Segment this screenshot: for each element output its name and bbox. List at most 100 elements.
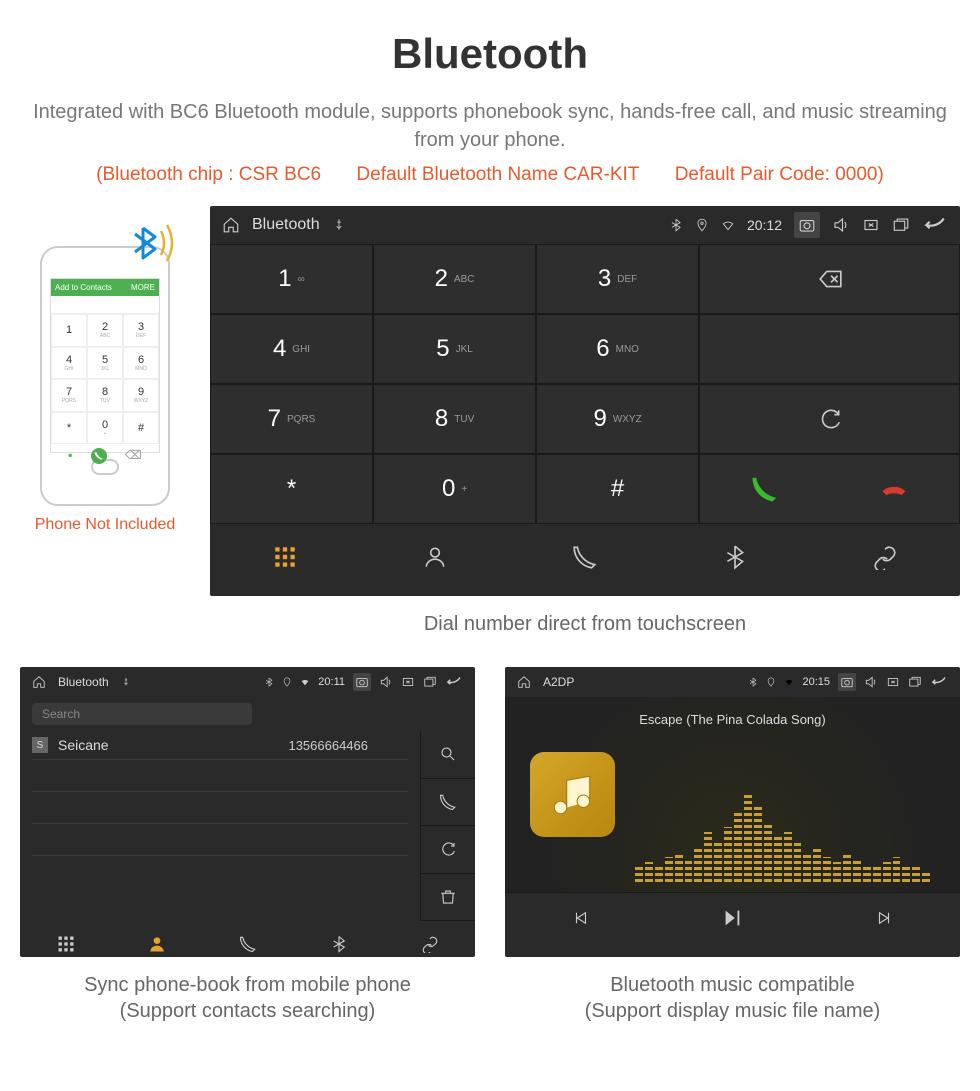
prev-button[interactable] xyxy=(505,892,657,942)
screenshot-icon[interactable] xyxy=(840,675,854,689)
home-icon[interactable] xyxy=(222,216,240,234)
home-icon[interactable] xyxy=(32,675,46,689)
page-title: Bluetooth xyxy=(20,30,960,78)
phone-key: 1 xyxy=(51,314,87,347)
tab-keypad[interactable] xyxy=(20,921,111,966)
bluetooth-icon xyxy=(722,544,748,570)
side-search-button[interactable] xyxy=(420,731,475,779)
home-icon[interactable] xyxy=(517,675,531,689)
dialer-key-1[interactable]: 1∞ xyxy=(210,244,373,314)
screenshot-icon[interactable] xyxy=(798,216,816,234)
caption-line1: Sync phone-book from mobile phone xyxy=(84,974,411,996)
phone-header-right: MORE xyxy=(131,283,155,292)
next-button[interactable] xyxy=(808,892,960,942)
dialer-key-4[interactable]: 4GHI xyxy=(210,314,373,384)
key-number: 8 xyxy=(435,405,448,433)
key-letters: ∞ xyxy=(298,274,305,285)
a2dp-caption: Bluetooth music compatible (Support disp… xyxy=(505,972,960,1024)
person-icon xyxy=(147,934,167,954)
contact-number: 13566664466 xyxy=(288,738,368,753)
status-bar: A2DP 20:15 xyxy=(505,667,960,697)
dialer-key-8[interactable]: 8TUV xyxy=(373,384,536,454)
search-input[interactable]: Search xyxy=(32,703,252,725)
tab-contacts[interactable] xyxy=(360,524,510,589)
phone-key: 5JKL xyxy=(87,347,123,380)
close-app-icon[interactable] xyxy=(401,675,415,689)
side-sync-button[interactable] xyxy=(420,826,475,874)
headunit-a2dp: A2DP 20:15 Escape (The xyxy=(505,667,960,957)
phone-caption: Phone Not Included xyxy=(20,516,190,534)
play-pause-icon xyxy=(721,907,743,929)
play-pause-button[interactable] xyxy=(657,892,809,942)
key-number: 6 xyxy=(596,335,609,363)
search-icon xyxy=(439,745,457,763)
dialer-key-7[interactable]: 7PQRS xyxy=(210,384,373,454)
side-call-button[interactable] xyxy=(420,779,475,827)
tab-bluetooth[interactable] xyxy=(293,921,384,966)
dialer-key-2[interactable]: 2ABC xyxy=(373,244,536,314)
wifi-icon xyxy=(721,218,735,232)
viz-bar xyxy=(902,864,910,882)
phone-key: 0+ xyxy=(87,412,123,445)
tab-pair[interactable] xyxy=(384,921,475,966)
back-icon[interactable] xyxy=(922,212,948,238)
bluetooth-icon xyxy=(748,677,758,687)
dialer-key-0[interactable]: 0+ xyxy=(373,454,536,524)
dialer-key-*[interactable]: * xyxy=(210,454,373,524)
trash-icon xyxy=(439,888,457,906)
viz-bar xyxy=(843,854,851,882)
backspace-button[interactable] xyxy=(699,244,960,314)
tab-keypad[interactable] xyxy=(210,524,360,589)
close-app-icon[interactable] xyxy=(862,216,880,234)
side-actions xyxy=(420,731,475,921)
call-button[interactable] xyxy=(700,474,829,504)
phone-key: # xyxy=(123,412,159,445)
bluetooth-icon xyxy=(330,935,348,953)
dialer-key-9[interactable]: 9WXYZ xyxy=(536,384,699,454)
recent-apps-icon[interactable] xyxy=(892,216,910,234)
gps-icon xyxy=(695,218,709,232)
viz-bar xyxy=(704,832,712,882)
dialer-key-6[interactable]: 6 MNO xyxy=(536,314,699,384)
recent-apps-icon[interactable] xyxy=(423,675,437,689)
key-letters: GHI xyxy=(292,344,310,355)
volume-icon[interactable] xyxy=(832,216,850,234)
tab-bluetooth[interactable] xyxy=(660,524,810,589)
back-icon[interactable] xyxy=(445,673,463,691)
viz-bar xyxy=(744,792,752,882)
wifi-icon xyxy=(784,677,794,687)
screenshot-icon[interactable] xyxy=(355,675,369,689)
dialer-keypad: 1∞2ABC3DEF4GHI5JKL6MNO7PQRS8TUV9WXYZ*0+# xyxy=(210,244,960,524)
recent-apps-icon[interactable] xyxy=(908,675,922,689)
key-number: 1 xyxy=(278,265,291,293)
tab-call-log[interactable] xyxy=(510,524,660,589)
dialer-side-empty xyxy=(699,314,960,384)
phone-key: 2ABC xyxy=(87,314,123,347)
key-letters: DEF xyxy=(617,274,637,285)
dialer-caption: Dial number direct from touchscreen xyxy=(210,611,960,637)
key-letters: MNO xyxy=(616,344,639,355)
link-icon xyxy=(421,935,439,953)
tab-contacts[interactable] xyxy=(111,921,202,966)
close-app-icon[interactable] xyxy=(886,675,900,689)
back-icon[interactable] xyxy=(930,673,948,691)
hangup-button[interactable] xyxy=(830,474,959,504)
side-delete-button[interactable] xyxy=(420,874,475,922)
phone-key: 3DEF xyxy=(123,314,159,347)
a2dp-body: Escape (The Pina Colada Song) xyxy=(505,697,960,892)
phone-mock-keypad: 12ABC3DEF4GHI5JKL6MNO7PQRS8TUV9WXYZ*0+# xyxy=(51,314,159,444)
phone-key: * xyxy=(51,412,87,445)
sync-button[interactable] xyxy=(699,384,960,454)
dialer-key-#[interactable]: # xyxy=(536,454,699,524)
bluetooth-icon xyxy=(669,218,683,232)
contact-row[interactable]: S Seicane 13566664466 xyxy=(32,731,408,760)
dialer-key-5[interactable]: 5JKL xyxy=(373,314,536,384)
tab-call-log[interactable] xyxy=(202,921,293,966)
volume-icon[interactable] xyxy=(379,675,393,689)
tab-pair[interactable] xyxy=(810,524,960,589)
contact-row-empty xyxy=(32,760,408,792)
gps-icon xyxy=(282,677,292,687)
volume-icon[interactable] xyxy=(864,675,878,689)
dialer-key-3[interactable]: 3DEF xyxy=(536,244,699,314)
bluetooth-signal-icon xyxy=(123,213,183,273)
